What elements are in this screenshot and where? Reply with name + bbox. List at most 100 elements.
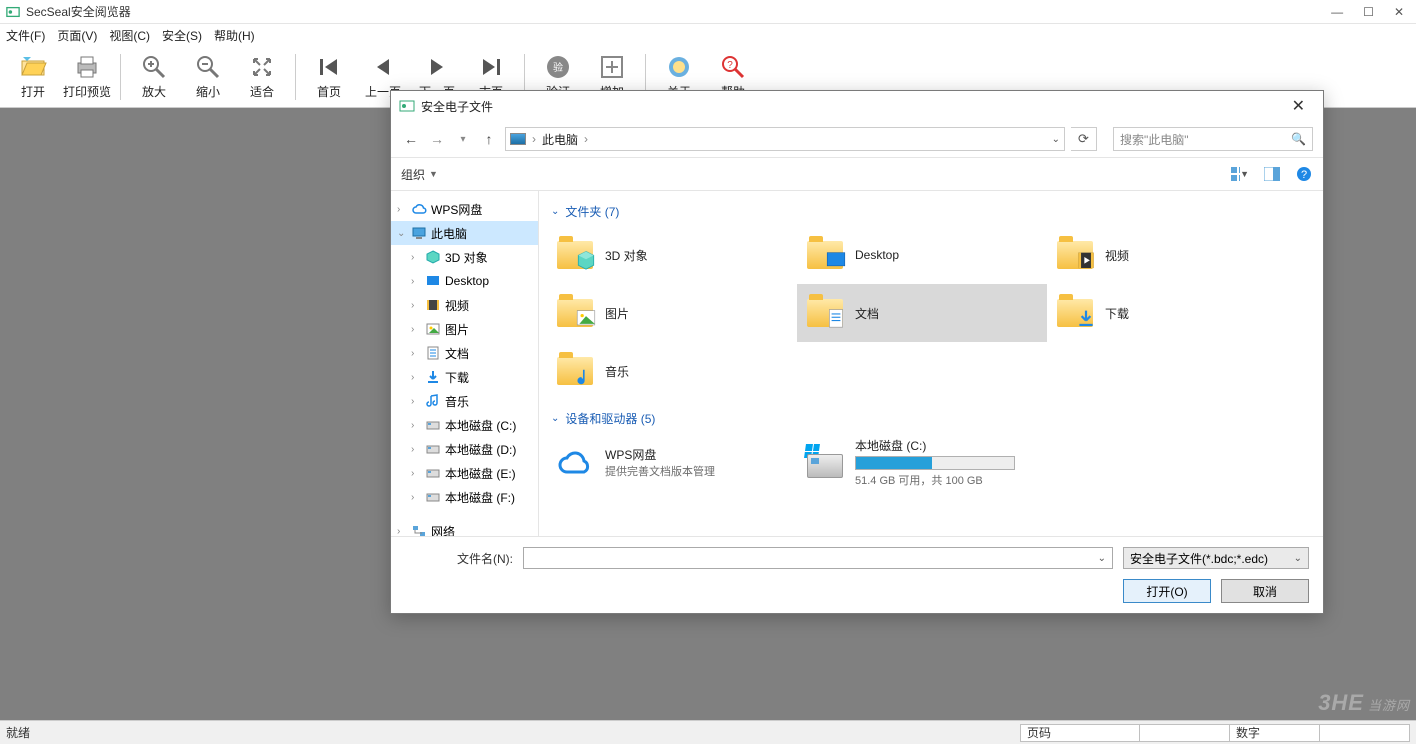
pc-icon <box>411 225 427 241</box>
first-page-button[interactable]: 首页 <box>302 49 356 105</box>
section-header[interactable]: ⌄文件夹 (7) <box>551 203 1323 220</box>
breadcrumb-root[interactable]: 此电脑 <box>542 131 578 148</box>
menu-help[interactable]: 帮助(H) <box>214 27 255 44</box>
expand-arrow-icon[interactable]: › <box>411 324 421 335</box>
verify-icon: 验 <box>544 53 572 81</box>
window-maximize-button[interactable]: ☐ <box>1363 5 1374 19</box>
expand-arrow-icon[interactable]: › <box>397 526 407 537</box>
nav-recent-dropdown[interactable]: ▾ <box>453 134 473 145</box>
svg-text:?: ? <box>727 60 733 71</box>
expand-arrow-icon[interactable]: › <box>411 444 421 455</box>
content-item[interactable]: 下载 <box>1047 284 1297 342</box>
nav-up-button[interactable]: ↑ <box>479 131 499 147</box>
expand-arrow-icon[interactable]: ⌄ <box>397 228 407 239</box>
filetype-filter[interactable]: 安全电子文件(*.bdc;*.edc)⌄ <box>1123 547 1309 569</box>
expand-arrow-icon[interactable]: › <box>411 420 421 431</box>
tree-node[interactable]: › 3D 对象 <box>391 245 538 269</box>
printer-icon <box>73 53 101 81</box>
content-item[interactable]: 文档 <box>797 284 1047 342</box>
expand-arrow-icon[interactable]: › <box>411 492 421 503</box>
fit-button[interactable]: 适合 <box>235 49 289 105</box>
dialog-toolbar: 组织▼ ▼ ? <box>391 157 1323 191</box>
menu-view[interactable]: 视图(C) <box>109 27 150 44</box>
section-header[interactable]: ⌄设备和驱动器 (5) <box>551 410 1323 427</box>
document-icon <box>805 293 845 333</box>
dialog-titlebar[interactable]: 安全电子文件 ✕ <box>391 91 1323 121</box>
watermark: 3HE当游网 <box>1318 690 1410 716</box>
file-open-dialog: 安全电子文件 ✕ ← → ▾ ↑ › 此电脑 › ⌄ ⟳ 搜索"此电脑" 🔍 组… <box>390 90 1324 614</box>
tree-node[interactable]: › 本地磁盘 (E:) <box>391 461 538 485</box>
chevron-down-icon: ⌄ <box>551 413 559 424</box>
print-preview-button[interactable]: 打印预览 <box>60 49 114 105</box>
open-file-button[interactable]: 打开(O) <box>1123 579 1211 603</box>
expand-arrow-icon[interactable]: › <box>411 372 421 383</box>
nav-tree[interactable]: ›WPS网盘⌄此电脑›3D 对象›Desktop›视频›图片›文档›下载›音乐›… <box>391 191 539 536</box>
menu-security[interactable]: 安全(S) <box>162 27 202 44</box>
download-icon <box>1055 293 1095 333</box>
expand-arrow-icon[interactable]: › <box>411 300 421 311</box>
tree-node[interactable]: ›下载 <box>391 365 538 389</box>
app-icon <box>6 5 20 19</box>
tree-node[interactable]: ›WPS网盘 <box>391 197 538 221</box>
dialog-close-button[interactable]: ✕ <box>1282 96 1315 116</box>
content-item[interactable]: 图片 <box>547 284 797 342</box>
content-item[interactable]: WPS网盘提供完善文档版本管理 <box>547 433 797 491</box>
address-dropdown[interactable]: ⌄ <box>1052 134 1060 145</box>
app-title: SecSeal安全阅览器 <box>26 3 131 20</box>
open-icon <box>19 53 47 81</box>
open-button[interactable]: 打开 <box>6 49 60 105</box>
filename-combo[interactable]: ⌄ <box>523 547 1113 569</box>
filename-label: 文件名(N): <box>405 550 513 567</box>
tree-label: 本地磁盘 (E:) <box>445 465 516 482</box>
content-item[interactable]: 视频 <box>1047 226 1297 284</box>
tree-node[interactable]: ›文档 <box>391 341 538 365</box>
content-item[interactable]: 本地磁盘 (C:)51.4 GB 可用，共 100 GB <box>797 433 1047 491</box>
window-close-button[interactable]: ✕ <box>1394 5 1404 19</box>
tree-label: 视频 <box>445 297 469 314</box>
content-item[interactable]: 3D 对象 <box>547 226 797 284</box>
search-box[interactable]: 搜索"此电脑" 🔍 <box>1113 127 1313 151</box>
expand-arrow-icon[interactable]: › <box>411 252 421 263</box>
expand-arrow-icon[interactable]: › <box>411 468 421 479</box>
content-item[interactable]: 音乐 <box>547 342 797 400</box>
view-mode-button[interactable]: ▼ <box>1231 166 1249 182</box>
document-icon <box>425 345 441 361</box>
zoom-in-button[interactable]: 放大 <box>127 49 181 105</box>
tree-node[interactable]: ›网络 <box>391 519 538 536</box>
zoom-out-button[interactable]: 缩小 <box>181 49 235 105</box>
status-page-pane: 页码 <box>1020 724 1140 742</box>
preview-pane-button[interactable] <box>1263 166 1281 182</box>
menu-file[interactable]: 文件(F) <box>6 27 45 44</box>
tree-node[interactable]: ›本地磁盘 (F:) <box>391 485 538 509</box>
organize-menu[interactable]: 组织▼ <box>401 166 438 183</box>
disk-icon <box>425 489 441 505</box>
nav-back-button[interactable]: ← <box>401 131 421 147</box>
window-minimize-button[interactable]: — <box>1331 5 1343 19</box>
tree-node[interactable]: ›本地磁盘 (D:) <box>391 437 538 461</box>
disk-icon <box>425 465 441 481</box>
nav-forward-button[interactable]: → <box>427 131 447 147</box>
tree-node[interactable]: ›本地磁盘 (C:) <box>391 413 538 437</box>
address-bar[interactable]: › 此电脑 › ⌄ <box>505 127 1065 151</box>
dialog-help-button[interactable]: ? <box>1295 166 1313 182</box>
tree-node[interactable]: ›图片 <box>391 317 538 341</box>
expand-arrow-icon[interactable]: › <box>397 204 407 215</box>
expand-arrow-icon[interactable]: › <box>411 348 421 359</box>
search-icon: 🔍 <box>1291 132 1306 146</box>
tree-label: 3D 对象 <box>445 249 488 266</box>
cancel-button[interactable]: 取消 <box>1221 579 1309 603</box>
tree-node[interactable]: ›Desktop <box>391 269 538 293</box>
dialog-bottom: 文件名(N): ⌄ 安全电子文件(*.bdc;*.edc)⌄ 打开(O) 取消 <box>391 536 1323 613</box>
expand-arrow-icon[interactable]: › <box>411 276 421 287</box>
tree-node[interactable]: › 视频 <box>391 293 538 317</box>
tree-node[interactable]: ⌄此电脑 <box>391 221 538 245</box>
expand-arrow-icon[interactable]: › <box>411 396 421 407</box>
content-area[interactable]: ⌄文件夹 (7) 3D 对象Desktop视频图片 文档 下载音乐 ⌄设备和驱动器 (5… <box>539 191 1323 536</box>
item-title: 文档 <box>855 305 879 322</box>
menu-page[interactable]: 页面(V) <box>57 27 97 44</box>
tree-node[interactable]: ›音乐 <box>391 389 538 413</box>
content-item[interactable]: Desktop <box>797 226 1047 284</box>
svg-text:验: 验 <box>553 61 563 74</box>
refresh-button[interactable]: ⟳ <box>1071 127 1097 151</box>
status-ready: 就绪 <box>6 724 30 741</box>
